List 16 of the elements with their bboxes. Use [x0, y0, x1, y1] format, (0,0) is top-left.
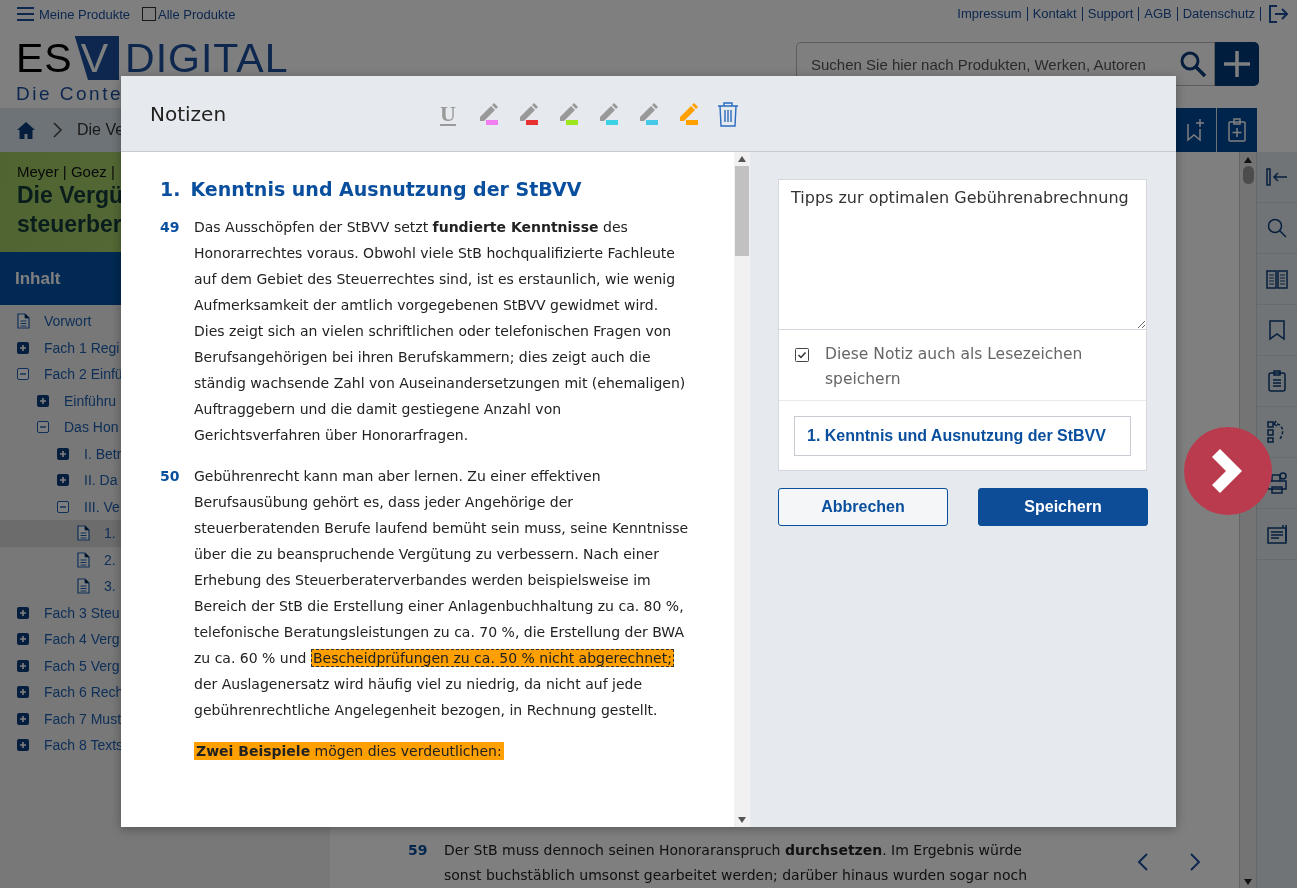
checkbox-label: Alle Produkte [158, 6, 236, 22]
paragraph-text: Gebührenrecht kann man aber lernen. Zu einer effektiven Berufsausübung gehört es, dass jeder Angehörige der steuerberatenden Berufe laufend bemüht sein muss, seine Kenntnisse über die zu beanspruchende Vergütung zu verbessern. Nach einer Erhebung des Steuerberaterverbandes werden beispielsweise im Bereich der StB die Erstellung einer Anlagenbuchhaltung zu ca. 80 %, telefonische Beratungsleistungen zu ca. 70 %, die Erstellung der BWA zu ca. 60 % und Bescheidprüfungen zu ca. 50 % nicht abgerechnet; der Auslagenersatz wird häufig viel zu niedrig, da nicht auf jede gebührenrechtliche Angelegenheit bezogen, in Rechnung gestellt. [194, 467, 690, 720]
paragraph-number: 50 [160, 467, 181, 486]
tagline: Die Conte [16, 83, 124, 105]
book-title: Die Vergü [17, 182, 124, 209]
paragraph-text: Zwei Beispiele mögen dies verdeutlichen: [194, 741, 505, 762]
checkbox-label: Diese Notiz auch als Lesezeichen speichern [825, 344, 1084, 390]
book-title: steuerber [17, 211, 122, 238]
paragraph-text: Der StB muss dennoch seinen Honoraranspruch durchsetzen. Im Ergebnis würde sonst buchstäblich umsonst gearbeitet werden; darüber hinaus wurden sogar noch [444, 841, 1029, 885]
paragraph-number: 49 [160, 218, 181, 237]
section-title: Kenntnis und Ausnutzung der StBVV [190, 178, 582, 200]
dialog-title: Notizen [149, 101, 228, 126]
section-number: 1. [160, 178, 181, 200]
logo: ES V DIGITAL [16, 36, 289, 80]
paragraph-number: 59 [408, 841, 429, 860]
book-authors: Meyer | Goez | [17, 164, 115, 180]
